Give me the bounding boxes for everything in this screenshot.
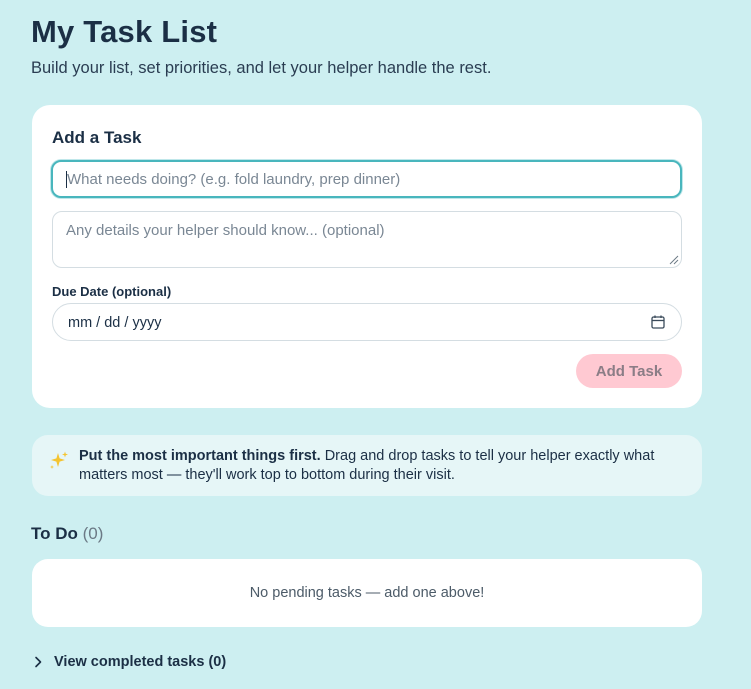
chevron-right-icon: [35, 656, 42, 668]
calendar-icon[interactable]: [651, 315, 665, 329]
add-task-card: Add a Task What needs doing? (e.g. fold …: [32, 105, 702, 408]
todo-heading: To Do (0): [31, 524, 103, 544]
task-list-page: My Task List Build your list, set priori…: [0, 0, 751, 689]
add-task-button[interactable]: Add Task: [576, 354, 682, 388]
page-subtitle: Build your list, set priorities, and let…: [31, 59, 492, 77]
task-name-input[interactable]: What needs doing? (e.g. fold laundry, pr…: [51, 160, 682, 198]
task-name-placeholder: What needs doing? (e.g. fold laundry, pr…: [67, 171, 401, 188]
task-details-textarea[interactable]: Any details your helper should know... (…: [52, 211, 682, 268]
priority-tip: Put the most important things first. Dra…: [32, 435, 702, 496]
due-date-placeholder: mm / dd / yyyy: [68, 315, 162, 331]
add-task-title: Add a Task: [52, 128, 142, 147]
todo-label: To Do: [31, 524, 78, 543]
due-date-input[interactable]: mm / dd / yyyy: [52, 303, 682, 341]
todo-empty-state: No pending tasks — add one above!: [32, 559, 702, 627]
tip-bold-text: Put the most important things first.: [79, 448, 321, 464]
page-title: My Task List: [31, 14, 218, 49]
sparkles-icon: [50, 451, 68, 469]
tip-text: Put the most important things first. Dra…: [79, 447, 679, 485]
todo-count: (0): [82, 524, 104, 543]
view-completed-toggle[interactable]: View completed tasks (0): [33, 652, 226, 672]
due-date-label: Due Date (optional): [52, 284, 172, 299]
view-completed-label: View completed tasks (0): [54, 654, 227, 670]
task-details-placeholder: Any details your helper should know... (…: [66, 222, 385, 239]
resize-grip-icon[interactable]: [667, 253, 679, 265]
